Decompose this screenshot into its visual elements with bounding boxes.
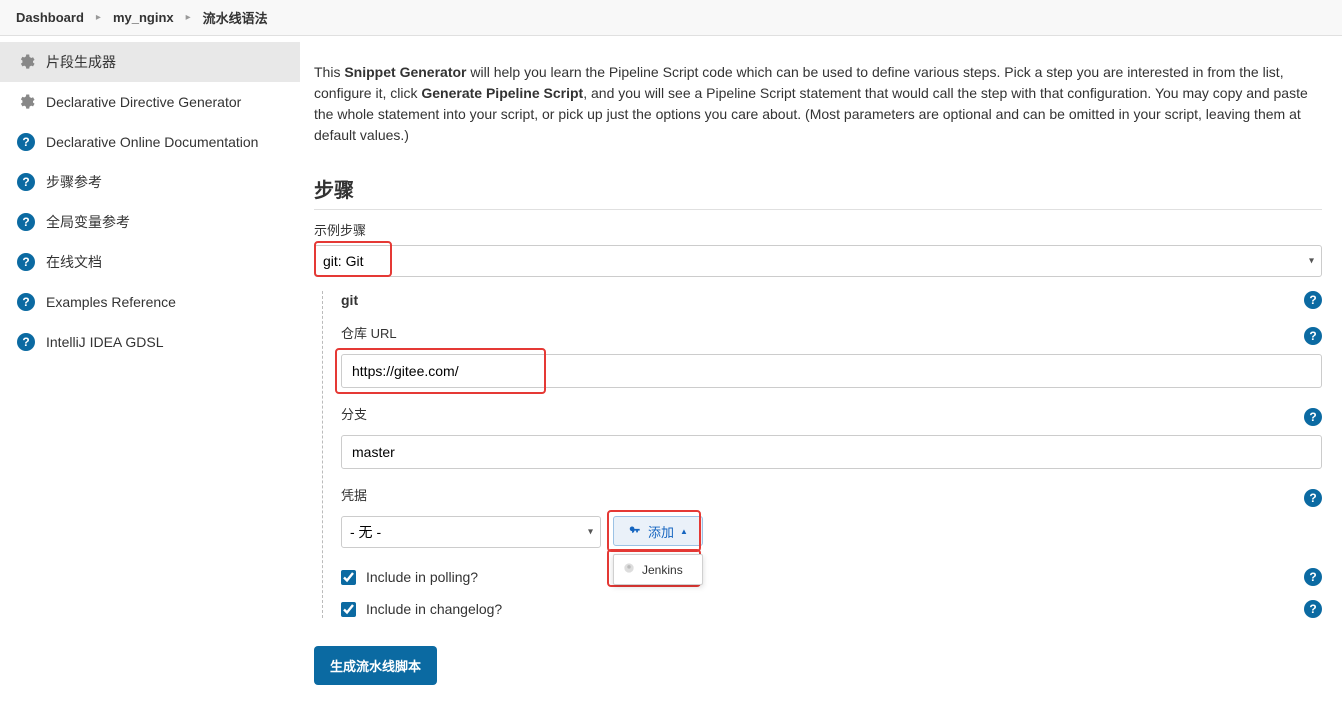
sidebar-item-intellij-gdsl[interactable]: ? IntelliJ IDEA GDSL: [0, 322, 300, 362]
sidebar-item-label: 片段生成器: [46, 52, 116, 72]
help-icon: ?: [16, 212, 36, 232]
intro-text: This Snippet Generator will help you lea…: [314, 62, 1322, 146]
help-icon[interactable]: ?: [1304, 327, 1322, 345]
credentials-label: 凭据: [341, 485, 367, 504]
sidebar-item-global-var-ref[interactable]: ? 全局变量参考: [0, 202, 300, 242]
breadcrumb-sep-icon: ▸: [96, 12, 101, 23]
dropdown-item-label: Jenkins: [642, 563, 683, 577]
gear-icon: [16, 92, 36, 112]
help-icon: ?: [16, 172, 36, 192]
help-icon: ?: [16, 332, 36, 352]
sidebar-item-declarative-directive[interactable]: Declarative Directive Generator: [0, 82, 300, 122]
breadcrumb-project[interactable]: my_nginx: [113, 10, 174, 25]
key-icon: [628, 523, 642, 540]
sidebar-item-examples-ref[interactable]: ? Examples Reference: [0, 282, 300, 322]
sidebar-item-label: 全局变量参考: [46, 212, 130, 232]
triangle-up-icon: ▲: [680, 527, 688, 536]
help-icon[interactable]: ?: [1304, 568, 1322, 586]
add-credentials-button[interactable]: 添加 ▲: [613, 516, 703, 546]
sample-step-select[interactable]: git: Git: [314, 245, 1322, 277]
sidebar-item-snippet-generator[interactable]: 片段生成器: [0, 42, 300, 82]
steps-heading: 步骤: [314, 174, 1322, 203]
branch-input[interactable]: [341, 435, 1322, 469]
sidebar-item-steps-ref[interactable]: ? 步骤参考: [0, 162, 300, 202]
jenkins-icon: [622, 561, 636, 578]
sidebar-item-label: Declarative Directive Generator: [46, 94, 241, 110]
include-polling-checkbox[interactable]: [341, 570, 356, 585]
divider: [314, 209, 1322, 210]
generate-script-button[interactable]: 生成流水线脚本: [314, 646, 437, 685]
repo-url-input[interactable]: [341, 354, 1322, 388]
sidebar-item-declarative-docs[interactable]: ? Declarative Online Documentation: [0, 122, 300, 162]
help-icon: ?: [16, 252, 36, 272]
help-icon[interactable]: ?: [1304, 600, 1322, 618]
credentials-select[interactable]: - 无 -: [341, 516, 601, 548]
breadcrumb-sep-icon: ▸: [186, 12, 191, 23]
add-dropdown-menu: Jenkins: [613, 554, 703, 585]
gear-icon: [16, 52, 36, 72]
sidebar-item-label: 在线文档: [46, 252, 102, 272]
sidebar-item-online-docs[interactable]: ? 在线文档: [0, 242, 300, 282]
dropdown-item-jenkins[interactable]: Jenkins: [614, 555, 702, 584]
sample-step-label: 示例步骤: [314, 220, 1322, 239]
sidebar-item-label: Examples Reference: [46, 294, 176, 310]
breadcrumb-page[interactable]: 流水线语法: [203, 8, 268, 27]
git-subheading: git: [341, 292, 358, 308]
include-polling-checkbox-label[interactable]: Include in polling?: [341, 569, 478, 585]
breadcrumb-dashboard[interactable]: Dashboard: [16, 10, 84, 25]
help-icon[interactable]: ?: [1304, 489, 1322, 507]
breadcrumb: Dashboard ▸ my_nginx ▸ 流水线语法: [0, 0, 1342, 36]
repo-url-label: 仓库 URL: [341, 323, 397, 342]
sample-step-select-wrap: git: Git ▾: [314, 245, 1322, 277]
help-icon[interactable]: ?: [1304, 291, 1322, 309]
branch-label: 分支: [341, 404, 367, 423]
help-icon: ?: [16, 132, 36, 152]
sidebar: 片段生成器 Declarative Directive Generator ? …: [0, 36, 300, 705]
sidebar-item-label: Declarative Online Documentation: [46, 134, 258, 150]
include-changelog-checkbox-label[interactable]: Include in changelog?: [341, 601, 502, 617]
help-icon[interactable]: ?: [1304, 408, 1322, 426]
add-label: 添加: [648, 522, 674, 541]
sidebar-item-label: IntelliJ IDEA GDSL: [46, 334, 164, 350]
sidebar-item-label: 步骤参考: [46, 172, 102, 192]
main-content: This Snippet Generator will help you lea…: [300, 36, 1342, 705]
help-icon: ?: [16, 292, 36, 312]
